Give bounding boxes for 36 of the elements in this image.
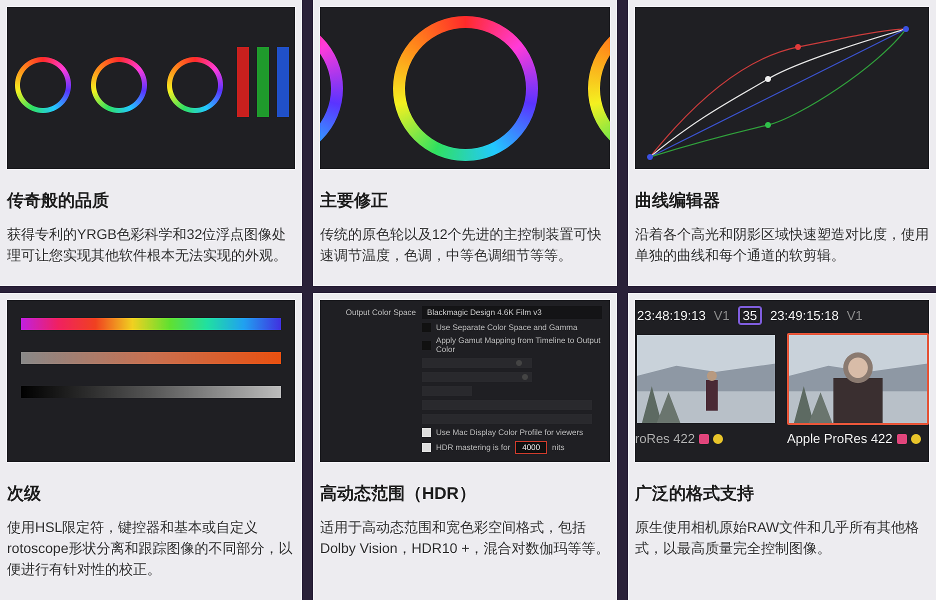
- timecode: 23:49:15:18: [770, 308, 839, 323]
- card-title: 主要修正: [320, 190, 389, 212]
- card-title: 传奇般的品质: [7, 190, 110, 212]
- track-label: V1: [846, 308, 863, 323]
- checkbox-label: Apply Gamut Mapping from Timeline to Output Color: [436, 336, 602, 354]
- unit-label: nits: [552, 443, 564, 452]
- checkbox-label: Use Separate Color Space and Gamma: [436, 323, 578, 332]
- card-description: 沿着各个高光和阴影区域快速塑造对比度，使用单独的曲线和每个通道的软剪辑。: [635, 225, 929, 265]
- output-color-space-label: Output Color Space: [344, 308, 416, 317]
- channel-bar: [257, 47, 269, 117]
- badge-icon: [712, 434, 723, 444]
- badge-icon: [910, 434, 921, 444]
- channel-bar: [237, 47, 249, 117]
- card-title: 广泛的格式支持: [635, 483, 755, 505]
- card-title: 高动态范围（HDR）: [320, 483, 477, 505]
- checkbox-label: Use Mac Display Color Profile for viewers: [436, 428, 584, 437]
- checkbox[interactable]: [422, 428, 431, 437]
- card-title: 次级: [7, 483, 42, 505]
- codec-label: Apple ProRes 422: [787, 431, 893, 446]
- card-title: 曲线编辑器: [635, 190, 721, 212]
- timecode: 23:48:19:13: [637, 308, 706, 323]
- checkbox-label: HDR mastering is for: [436, 443, 510, 452]
- codec-label: roRes 422: [635, 431, 695, 446]
- track-label: V1: [714, 308, 730, 323]
- checkbox[interactable]: [422, 443, 431, 452]
- card-description: 原生使用相机原始RAW文件和几乎所有其他格式，以最高质量完全控制图像。: [635, 518, 920, 558]
- card-description: 使用HSL限定符，键控器和基本或自定义rotoscope形状分离和跟踪图像的不同部分，以便进行有针对性的校正。: [7, 518, 294, 579]
- card-description: 适用于高动态范围和宽色彩空间格式，包括Dolby Vision，HDR10 +，混合对数伽玛等等。: [320, 518, 610, 558]
- nits-field[interactable]: 4000: [515, 441, 548, 454]
- clip-count-badge: 35: [738, 306, 762, 325]
- channel-bar: [277, 47, 289, 117]
- link-icon: [896, 434, 907, 444]
- color-space-dropdown[interactable]: Blackmagic Design 4.6K Film v3: [422, 306, 602, 319]
- link-icon: [698, 434, 709, 444]
- card-description: 获得专利的YRGB色彩科学和32位浮点图像处理可让您实现其他软件根本无法实现的外观。: [7, 225, 288, 265]
- card-description: 传统的原色轮以及12个先进的主控制装置可快速调节温度，色调，中等色调细节等等。: [320, 225, 603, 265]
